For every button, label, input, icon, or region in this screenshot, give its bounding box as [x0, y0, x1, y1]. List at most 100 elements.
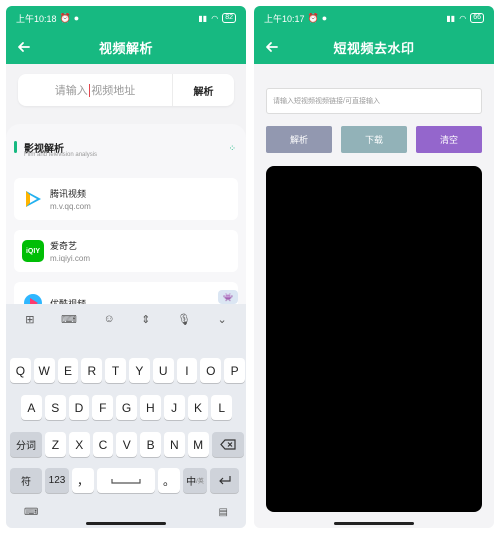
soft-keyboard: 👾 ⊞ ⌨ ☺ ⇕ 🎙 ⌄ Q W E R T Y U I O P A S D …	[6, 290, 246, 528]
app-bar: 短视频去水印	[254, 30, 494, 64]
collapse-keyboard-icon[interactable]: ⌄	[217, 313, 226, 326]
site-item-iqiyi[interactable]: iQIY 爱奇艺 m.iqiyi.com	[14, 230, 238, 272]
microphone-icon[interactable]: 🎙	[177, 313, 191, 326]
parse-button[interactable]: 解析	[172, 74, 234, 106]
key-y[interactable]: Y	[128, 358, 150, 383]
keyboard-mascot-icon[interactable]: 👾	[218, 290, 238, 304]
key-h[interactable]: H	[139, 395, 161, 420]
key-m[interactable]: M	[187, 432, 209, 457]
short-video-url-input[interactable]: 请输入短视频视频链接/可直接输入	[266, 88, 482, 114]
section-header: 影视解析 Film and television analysis ⁘	[14, 138, 238, 162]
key-p[interactable]: P	[224, 358, 245, 383]
space-key[interactable]	[97, 468, 155, 493]
key-d[interactable]: D	[68, 395, 90, 420]
key-fenci[interactable]: 分词	[10, 432, 42, 457]
key-n[interactable]: N	[163, 432, 185, 457]
site-name: 腾讯视频	[50, 189, 87, 199]
keyboard-bottom-bar: ⌨ ▤	[6, 500, 246, 524]
backspace-icon	[219, 439, 236, 450]
keyboard-switch-icon[interactable]: ⌨	[24, 507, 38, 518]
video-url-input[interactable]: 请输入 视频地址	[18, 74, 172, 106]
site-url: m.v.qq.com	[50, 202, 91, 211]
key-comma[interactable]: ，	[72, 468, 94, 493]
enter-icon	[218, 476, 231, 485]
key-t[interactable]: T	[105, 358, 126, 383]
sparkle-icon: ⁘	[228, 143, 236, 153]
alarm-icon: ⏰	[307, 12, 319, 23]
section-accent-bar	[14, 141, 17, 153]
site-item-tencent[interactable]: 腾讯视频 m.v.qq.com	[14, 178, 238, 220]
video-preview-area[interactable]	[266, 166, 482, 512]
key-e[interactable]: E	[57, 358, 79, 383]
key-b[interactable]: B	[140, 432, 161, 457]
key-k[interactable]: K	[187, 395, 209, 420]
page-title: 视频解析	[98, 40, 153, 56]
keyboard-icon[interactable]: ⌨	[61, 313, 77, 326]
emoji-icon[interactable]: ☺	[103, 313, 114, 325]
enter-key[interactable]	[210, 468, 239, 493]
space-bar-icon	[111, 478, 141, 484]
key-row-1: Q W E R T Y U I O P	[10, 358, 245, 383]
key-x[interactable]: X	[68, 432, 90, 457]
page-title: 短视频去水印	[333, 40, 415, 56]
battery-icon: 82	[222, 13, 236, 23]
wifi-icon: ◠	[211, 13, 219, 23]
phone-screen-video-parse: 上午10:18 ⏰ ● ▮▮ ◠ 82 视频解析 请输入 视频地址 解析 影视解析…	[6, 6, 246, 528]
grid-apps-icon[interactable]: ⊞	[25, 313, 34, 326]
key-lang-switch[interactable]: 中/英	[183, 468, 207, 493]
placeholder-part-1: 请输入	[54, 85, 88, 97]
home-indicator[interactable]	[86, 522, 166, 525]
key-row-3: 分词 Z X C V B N M	[10, 432, 244, 457]
key-s[interactable]: S	[44, 395, 66, 420]
parse-button[interactable]: 解析	[266, 126, 332, 153]
text-caret	[88, 83, 91, 97]
key-v[interactable]: V	[116, 432, 138, 457]
search-bar: 请输入 视频地址 解析	[18, 74, 234, 106]
sites-panel: 影视解析 Film and television analysis ⁘ 腾讯视频…	[6, 124, 246, 324]
status-bar: 上午10:18 ⏰ ● ▮▮ ◠ 82	[6, 6, 246, 30]
key-symbols[interactable]: 符	[10, 468, 42, 493]
site-name: 爱奇艺	[50, 241, 78, 251]
key-c[interactable]: C	[92, 432, 114, 457]
home-indicator[interactable]	[334, 522, 414, 525]
key-row-4: 符 123 ， 。 中/英	[10, 468, 239, 493]
placeholder-part-2: 视频地址	[91, 85, 136, 97]
clipboard-icon[interactable]: ▤	[219, 507, 228, 518]
cursor-move-icon[interactable]: ⇕	[141, 313, 150, 326]
key-u[interactable]: U	[152, 358, 174, 383]
lang-zh-label: 中	[186, 477, 197, 488]
clear-button[interactable]: 清空	[416, 126, 482, 153]
key-q[interactable]: Q	[10, 358, 31, 383]
back-arrow-icon[interactable]	[262, 37, 282, 57]
action-buttons: 解析 下载 清空	[266, 126, 482, 153]
phone-screen-watermark-remover: 上午10:17 ⏰ ● ▮▮ ◠ 66 短视频去水印 请输入短视频视频链接/可直…	[254, 6, 494, 528]
key-g[interactable]: G	[116, 395, 137, 420]
signal-icon: ▮▮	[198, 13, 208, 23]
notification-icon: ●	[73, 13, 80, 23]
site-url: m.iqiyi.com	[50, 254, 91, 263]
key-numbers[interactable]: 123	[45, 468, 69, 493]
key-f[interactable]: F	[92, 395, 114, 420]
key-z[interactable]: Z	[45, 432, 66, 457]
key-period[interactable]: 。	[158, 468, 180, 493]
lang-en-label: /英	[196, 479, 204, 485]
wifi-icon: ◠	[459, 13, 467, 23]
back-arrow-icon[interactable]	[14, 37, 34, 57]
tencent-video-logo-icon	[22, 188, 44, 210]
key-i[interactable]: I	[176, 358, 198, 383]
notification-icon: ●	[321, 13, 328, 23]
status-time: 上午10:17	[264, 13, 305, 24]
key-j[interactable]: J	[163, 395, 185, 420]
iqiyi-logo-icon: iQIY	[22, 240, 44, 262]
signal-icon: ▮▮	[446, 13, 456, 23]
backspace-key[interactable]	[211, 432, 244, 457]
status-time: 上午10:18	[16, 13, 57, 24]
key-o[interactable]: O	[200, 358, 222, 383]
status-bar: 上午10:17 ⏰ ● ▮▮ ◠ 66	[254, 6, 494, 30]
key-a[interactable]: A	[21, 395, 42, 420]
key-l[interactable]: L	[211, 395, 233, 420]
download-button[interactable]: 下载	[341, 126, 407, 153]
key-r[interactable]: R	[81, 358, 103, 383]
battery-icon: 66	[470, 13, 484, 23]
key-w[interactable]: W	[33, 358, 55, 383]
